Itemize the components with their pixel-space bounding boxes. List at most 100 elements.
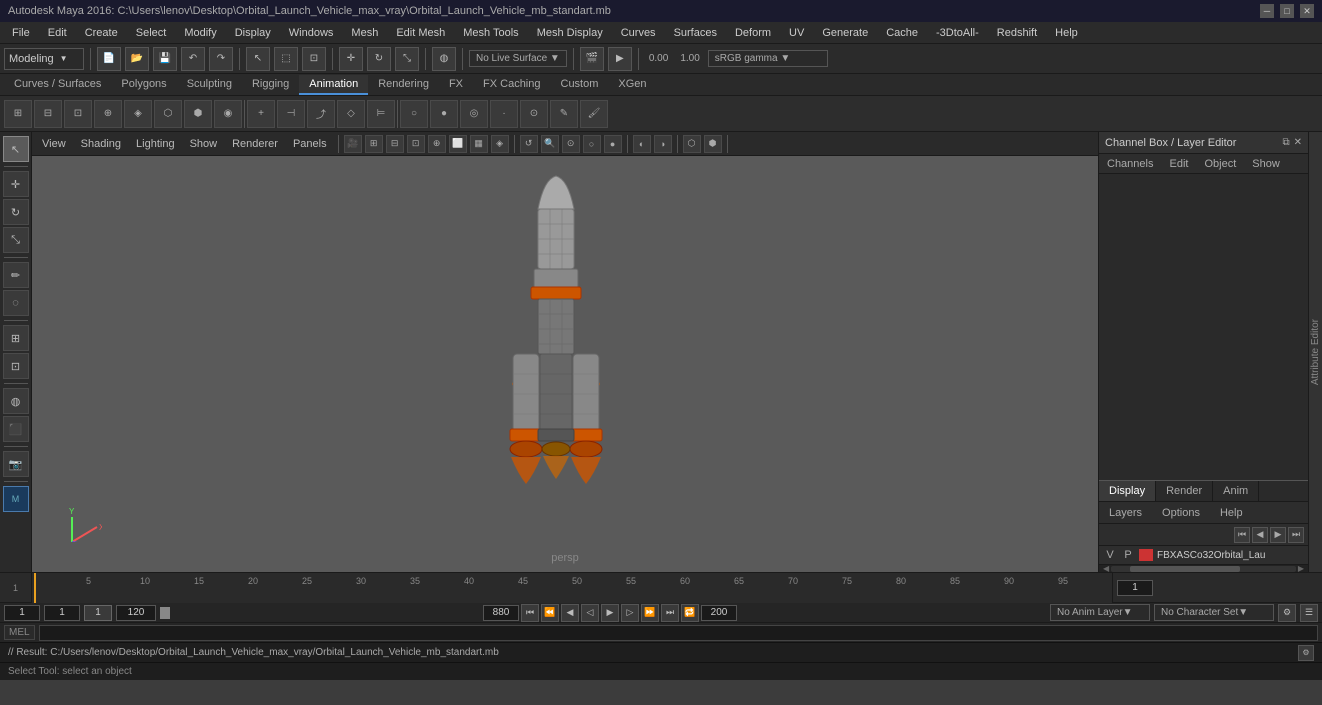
viewport-icon-5[interactable]: ⊕ xyxy=(428,135,446,153)
scale-tool-button[interactable]: ⤡ xyxy=(395,47,419,71)
lasso-button[interactable]: ⬚ xyxy=(274,47,298,71)
shelf-icon-3[interactable]: ⊡ xyxy=(64,100,92,128)
scale-mode-button[interactable]: ⤡ xyxy=(3,227,29,253)
menu-deform[interactable]: Deform xyxy=(727,22,779,44)
anim-extra-button[interactable]: ☰ xyxy=(1300,604,1318,622)
shelf-icon-dot[interactable]: · xyxy=(490,100,518,128)
camera-button[interactable]: 📷 xyxy=(3,451,29,477)
workspace-dropdown[interactable]: Modeling ▼ xyxy=(4,48,84,70)
menu-select[interactable]: Select xyxy=(128,22,175,44)
shelf-icon-1[interactable]: ⊞ xyxy=(4,100,32,128)
menu-create[interactable]: Create xyxy=(77,22,126,44)
loop-button[interactable]: 🔁 xyxy=(681,604,699,622)
open-scene-button[interactable]: 📂 xyxy=(125,47,149,71)
scroll-track[interactable] xyxy=(1111,566,1296,572)
shelf-icon-target[interactable]: ⊙ xyxy=(520,100,548,128)
layer-color-swatch[interactable] xyxy=(1139,549,1153,561)
shelf-icon-paint[interactable]: 🖌 xyxy=(580,100,608,128)
display-subtab-help[interactable]: Help xyxy=(1210,505,1253,521)
attribute-editor-tab[interactable]: Attribute Editor xyxy=(1308,132,1322,572)
menu-modify[interactable]: Modify xyxy=(176,22,224,44)
shelf-tab-fx[interactable]: FX xyxy=(439,75,473,95)
layer-visibility[interactable]: V xyxy=(1103,549,1117,561)
shelf-tab-rendering[interactable]: Rendering xyxy=(368,75,439,95)
status-icon[interactable]: ⚙ xyxy=(1298,645,1314,661)
shelf-tab-fx-caching[interactable]: FX Caching xyxy=(473,75,550,95)
character-set-dropdown[interactable]: No Character Set▼ xyxy=(1154,604,1274,621)
channel-menu-edit[interactable]: Edit xyxy=(1161,156,1196,172)
viewport-menu-show[interactable]: Show xyxy=(184,136,224,152)
anim-layer-dropdown[interactable]: No Anim Layer▼ xyxy=(1050,604,1150,621)
maximize-button[interactable]: □ xyxy=(1280,4,1294,18)
shelf-tab-sculpting[interactable]: Sculpting xyxy=(177,75,242,95)
shelf-icon-4[interactable]: ⊕ xyxy=(94,100,122,128)
shelf-tab-curves[interactable]: Curves / Surfaces xyxy=(4,75,111,95)
display-subtab-layers[interactable]: Layers xyxy=(1099,505,1152,521)
menu-uv[interactable]: UV xyxy=(781,22,812,44)
color-profile-dropdown[interactable]: sRGB gamma ▼ xyxy=(708,50,828,67)
display-tab-anim[interactable]: Anim xyxy=(1213,481,1259,501)
viewport-icon-15[interactable]: ◑ xyxy=(654,135,672,153)
shelf-icon-extrude[interactable]: ⤴ xyxy=(307,100,335,128)
menu-mesh[interactable]: Mesh xyxy=(343,22,386,44)
scroll-thumb[interactable] xyxy=(1130,566,1241,572)
next-key-button[interactable]: ▷ xyxy=(621,604,639,622)
layer-arrow-next[interactable]: ▶ xyxy=(1270,527,1286,543)
frame-step-input[interactable] xyxy=(84,605,112,621)
move-mode-button[interactable]: ✛ xyxy=(3,171,29,197)
menu-curves[interactable]: Curves xyxy=(613,22,664,44)
shelf-icon-8[interactable]: ◉ xyxy=(214,100,242,128)
viewport-icon-13[interactable]: ● xyxy=(604,135,622,153)
viewport-menu-panels[interactable]: Panels xyxy=(287,136,333,152)
lattice-button[interactable]: ⬛ xyxy=(3,416,29,442)
shelf-icon-add[interactable]: + xyxy=(247,100,275,128)
prev-key-button[interactable]: ◀ xyxy=(561,604,579,622)
shelf-icon-sphere[interactable]: ● xyxy=(430,100,458,128)
shelf-icon-pen[interactable]: ✎ xyxy=(550,100,578,128)
display-tab-render[interactable]: Render xyxy=(1156,481,1213,501)
shelf-tab-polygons[interactable]: Polygons xyxy=(111,75,176,95)
soft-selection-button[interactable]: ◍ xyxy=(432,47,456,71)
menu-cache[interactable]: Cache xyxy=(878,22,926,44)
new-scene-button[interactable]: 📄 xyxy=(97,47,121,71)
menu-display[interactable]: Display xyxy=(227,22,279,44)
menu-help[interactable]: Help xyxy=(1047,22,1086,44)
play-back-button[interactable]: ◁ xyxy=(581,604,599,622)
shelf-icon-5[interactable]: ◈ xyxy=(124,100,152,128)
layer-playback[interactable]: P xyxy=(1121,549,1135,561)
go-end-button[interactable]: ⏭ xyxy=(661,604,679,622)
rotate-mode-button[interactable]: ↻ xyxy=(3,199,29,225)
current-frame-input[interactable] xyxy=(1117,580,1153,596)
viewport-menu-lighting[interactable]: Lighting xyxy=(130,136,181,152)
move-tool-button[interactable]: ✛ xyxy=(339,47,363,71)
viewport-icon-6[interactable]: ⬜ xyxy=(449,135,467,153)
layer-arrow-prev[interactable]: ◀ xyxy=(1252,527,1268,543)
minimize-button[interactable]: ─ xyxy=(1260,4,1274,18)
rotate-tool-button[interactable]: ↻ xyxy=(367,47,391,71)
shelf-icon-7[interactable]: ⬢ xyxy=(184,100,212,128)
viewport-icon-17[interactable]: ⬢ xyxy=(704,135,722,153)
shelf-icon-bevel[interactable]: ◇ xyxy=(337,100,365,128)
shelf-tab-animation[interactable]: Animation xyxy=(299,75,368,95)
shelf-icon-6[interactable]: ⬡ xyxy=(154,100,182,128)
close-button[interactable]: ✕ xyxy=(1300,4,1314,18)
select-tool-button[interactable]: ↖ xyxy=(246,47,270,71)
shelf-icon-bridge[interactable]: ⊨ xyxy=(367,100,395,128)
viewport-icon-14[interactable]: ◐ xyxy=(633,135,651,153)
redo-button[interactable]: ↷ xyxy=(209,47,233,71)
select-mode-button[interactable]: ↖ xyxy=(3,136,29,162)
sculpt-button[interactable]: ◌ xyxy=(3,290,29,316)
viewport-icon-7[interactable]: ▦ xyxy=(470,135,488,153)
viewport-icon-8[interactable]: ◈ xyxy=(491,135,509,153)
paint-button[interactable]: ✏ xyxy=(3,262,29,288)
play-forward-button[interactable]: ▶ xyxy=(601,604,619,622)
live-surface-dropdown[interactable]: No Live Surface ▼ xyxy=(469,50,567,67)
viewport-icon-9[interactable]: ↺ xyxy=(520,135,538,153)
viewport-icon-3[interactable]: ⊟ xyxy=(386,135,404,153)
next-frame-button[interactable]: ⏩ xyxy=(641,604,659,622)
shelf-icon-2[interactable]: ⊟ xyxy=(34,100,62,128)
panel-float-button[interactable]: ⧉ xyxy=(1282,137,1289,148)
channel-menu-channels[interactable]: Channels xyxy=(1099,156,1161,172)
viewport-icon-4[interactable]: ⊡ xyxy=(407,135,425,153)
render-settings-button[interactable]: 🎬 xyxy=(580,47,604,71)
